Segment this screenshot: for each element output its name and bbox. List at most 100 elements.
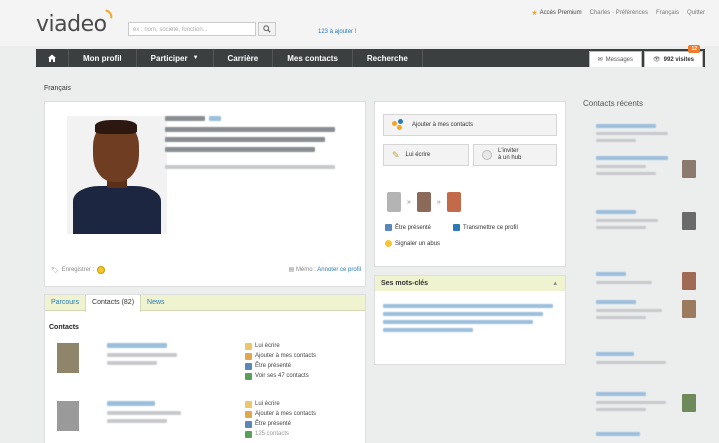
nav-item-mon-profil[interactable]: Mon profil [69, 49, 137, 67]
forward-profile-link[interactable]: Transmettre ce profil [453, 224, 518, 231]
main-nav: Mon profil Participer ▼ Carrière Mes con… [36, 45, 705, 67]
recent-contact-name[interactable] [596, 352, 634, 356]
recent-contact-photo[interactable] [682, 300, 696, 318]
add-contacts-link[interactable]: 123 à ajouter ! [318, 29, 356, 35]
logo-text: viadeo [36, 12, 107, 37]
contact-2-headline-blurred-2 [107, 419, 167, 423]
profile-meta-blurred [165, 165, 335, 169]
keywords-blurred-1[interactable] [383, 304, 553, 308]
nav-item-participer-label: Participer [150, 53, 188, 63]
introduce-icon [385, 224, 392, 231]
contact-1-introduce[interactable]: Être présenté [245, 361, 316, 371]
contact-1-actions: Lui écrire Ajouter à mes contacts Être p… [245, 341, 316, 381]
profile-name-blurred [165, 116, 205, 121]
nav-item-carriere[interactable]: Carrière [214, 49, 274, 67]
nav-item-recherche[interactable]: Recherche [353, 49, 423, 67]
recent-contact-name[interactable] [596, 156, 668, 160]
contact-2-introduce[interactable]: Être présenté [245, 419, 316, 429]
tab-contacts[interactable]: Contacts (82) [85, 295, 142, 312]
recent-contact-name[interactable] [596, 124, 656, 128]
recent-contact-meta [596, 316, 646, 319]
profile-photo[interactable] [67, 116, 167, 234]
search-icon [263, 25, 271, 33]
profile-headline-blurred-3 [165, 147, 315, 152]
save-profile[interactable]: 🏷 Enregistrer : [51, 266, 106, 274]
contact-1-name-blurred[interactable] [107, 343, 167, 348]
keywords-panel: Ses mots-clés ▴ [374, 275, 566, 365]
recent-contact-meta [596, 132, 668, 135]
collapse-icon[interactable]: ▴ [553, 279, 557, 287]
contact-2-view-contacts[interactable]: 125 contacts [245, 429, 316, 439]
contact-1-write[interactable]: Lui écrire [245, 341, 316, 351]
contact-2-write[interactable]: Lui écrire [245, 399, 316, 409]
recent-contact-photo[interactable] [682, 394, 696, 412]
contact-1-view-contacts[interactable]: Voir ses 47 contacts [245, 371, 316, 381]
recent-contact-meta [596, 401, 666, 404]
viadeo-profile-page: viadeo ex : nom, société, fonction... 12… [0, 0, 719, 443]
target-avatar[interactable] [446, 192, 461, 212]
invite-line1: L'inviter [498, 148, 519, 154]
keywords-header[interactable]: Ses mots-clés ▴ [375, 276, 565, 291]
profile-actions-panel: Ajouter à mes contacts ✎ Lui écrire L'in… [374, 101, 566, 267]
messages-tab[interactable]: ✉ Messages [588, 51, 643, 67]
arrow-icon-2: » [436, 198, 441, 206]
contact-1-add-label: Ajouter à mes contacts [255, 353, 317, 359]
language-label[interactable]: Français [44, 85, 71, 92]
write-button[interactable]: ✎ Lui écrire [383, 144, 469, 166]
contact-1-add[interactable]: Ajouter à mes contacts [245, 351, 316, 361]
recent-contact-name[interactable] [596, 432, 640, 436]
logout-link[interactable]: Quitter [687, 10, 705, 16]
recent-contact-meta [596, 408, 646, 411]
top-links: ★ Accès Premium Charles · Préférences Fra… [531, 9, 705, 17]
contact-1-view-contacts-label: Voir ses 47 contacts [255, 373, 309, 379]
contact-2-add[interactable]: Ajouter à mes contacts [245, 409, 316, 419]
home-button[interactable] [36, 49, 69, 67]
intermediary-avatar[interactable] [416, 192, 431, 212]
add-to-contacts-button[interactable]: Ajouter à mes contacts [383, 114, 557, 136]
forward-icon [453, 224, 460, 231]
invite-hub-button[interactable]: L'inviter à un hub [473, 144, 557, 166]
keywords-blurred-4[interactable] [383, 328, 473, 332]
premium-label: Accès Premium [539, 10, 582, 16]
network-dots-icon [392, 119, 406, 131]
search-input[interactable]: ex : nom, société, fonction... [128, 22, 256, 36]
recent-contact-photo[interactable] [682, 160, 696, 178]
eye-icon: 👁 [653, 57, 661, 63]
recent-contact-meta [596, 361, 666, 364]
contact-1-photo[interactable] [57, 343, 79, 373]
recent-contact-meta [596, 165, 646, 168]
recent-contact-meta [596, 219, 658, 222]
report-abuse-link[interactable]: Signaler un abus [385, 240, 440, 247]
recent-contact-name[interactable] [596, 392, 646, 396]
recent-contact-name[interactable] [596, 272, 626, 276]
search-button[interactable] [258, 22, 276, 36]
introduce-icon [245, 362, 252, 370]
connection-chain: » » [387, 192, 461, 212]
contact-2-name-blurred[interactable] [107, 401, 155, 406]
be-introduced-link[interactable]: Être présenté [385, 224, 431, 231]
visits-tab[interactable]: 👁 992 visites 12 [644, 45, 703, 67]
add-contact-icon [245, 352, 252, 360]
recent-contact-name[interactable] [596, 210, 636, 214]
tab-parcours[interactable]: Parcours [45, 295, 85, 310]
viadeo-logo[interactable]: viadeo [36, 9, 114, 37]
logo-swoosh-icon [103, 9, 114, 19]
recent-contact-name[interactable] [596, 300, 636, 304]
contact-1-headline-blurred [107, 353, 177, 357]
recent-contact-photo[interactable] [682, 212, 696, 230]
keywords-blurred-2[interactable] [383, 312, 543, 316]
keywords-blurred-3[interactable] [383, 320, 533, 324]
premium-link[interactable]: ★ Accès Premium [531, 9, 581, 17]
tab-news[interactable]: News [141, 295, 171, 310]
star-icon: ★ [531, 10, 538, 17]
nav-item-mes-contacts[interactable]: Mes contacts [273, 49, 353, 67]
arrow-icon: » [407, 198, 411, 206]
annotate-profile-link[interactable]: Annoter ce profil [317, 267, 361, 273]
recent-contact-meta [596, 139, 636, 142]
language-link[interactable]: Français [656, 10, 679, 16]
recent-contact-photo[interactable] [682, 272, 696, 290]
nav-item-participer[interactable]: Participer ▼ [137, 49, 214, 67]
contact-2-photo[interactable] [57, 401, 79, 431]
user-preferences-link[interactable]: Charles · Préférences [590, 10, 648, 16]
contact-1-headline-blurred-2 [107, 361, 157, 365]
